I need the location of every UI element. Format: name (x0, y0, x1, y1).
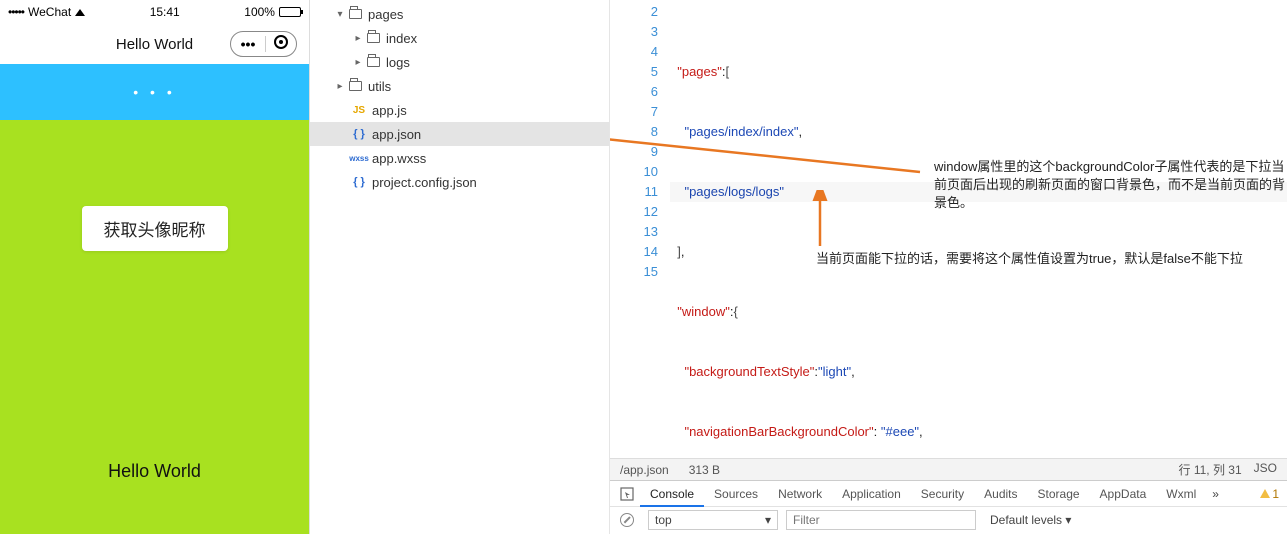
status-linecol: 行 11, 列 31 (1179, 461, 1242, 478)
console-context-select[interactable]: top▾ (648, 510, 778, 530)
code-editor[interactable]: 234 567 8910 111213 1415 "pages":[ "page… (610, 0, 1287, 458)
devtools-tab-console[interactable]: Console (640, 481, 704, 507)
pull-refresh-dots: • • • (133, 84, 175, 100)
statusbar-right: 100% (244, 5, 301, 19)
tree-label: logs (386, 55, 410, 70)
status-path: /app.json (620, 463, 669, 477)
tree-folder-pages[interactable]: ▾ pages (310, 2, 609, 26)
capsule-button[interactable]: ••• (230, 31, 297, 57)
chevron-down-icon: ▾ (334, 9, 346, 20)
navbar-title: Hello World (116, 36, 193, 53)
pull-refresh-area: • • • (0, 64, 309, 120)
status-size: 313 B (689, 463, 720, 477)
simulator-statusbar: ••••• WeChat 15:41 100% (0, 0, 309, 24)
simulator-navbar: Hello World ••• (0, 24, 309, 64)
battery-percent: 100% (244, 5, 275, 19)
tree-folder-index[interactable]: ▸ index (310, 26, 609, 50)
capsule-more-icon[interactable]: ••• (231, 36, 265, 52)
inspect-element-icon[interactable] (614, 482, 640, 506)
simulator-page-body[interactable]: 获取头像昵称 Hello World (0, 120, 309, 534)
tree-file-app-json[interactable]: { } app.json (310, 122, 609, 146)
tree-folder-logs[interactable]: ▸ logs (310, 50, 609, 74)
devtools-tab-security[interactable]: Security (911, 481, 974, 507)
folder-icon (364, 33, 382, 43)
status-lang: JSO (1254, 461, 1277, 478)
carrier-label: WeChat (28, 5, 71, 19)
chevron-right-icon: ▸ (334, 81, 346, 92)
tree-label: app.js (372, 103, 407, 118)
devtools-tab-application[interactable]: Application (832, 481, 911, 507)
statusbar-time: 15:41 (150, 5, 180, 19)
hello-world-text: Hello World (108, 461, 201, 482)
devtools-tab-appdata[interactable]: AppData (1090, 481, 1157, 507)
tree-label: app.json (372, 127, 421, 142)
folder-icon (364, 57, 382, 67)
capsule-close-icon[interactable] (266, 35, 296, 54)
tree-label: utils (368, 79, 391, 94)
console-levels-select[interactable]: Default levels ▾ (984, 510, 1094, 530)
devtools-warning-badge[interactable]: 1 (1260, 487, 1279, 501)
clear-console-icon[interactable] (614, 508, 640, 532)
editor-status-bar: /app.json 313 B 行 11, 列 31 JSO (610, 458, 1287, 480)
caret-line-highlight (670, 182, 1287, 202)
wxss-file-icon: wxss (350, 154, 368, 163)
editor-pane: 234 567 8910 111213 1415 "pages":[ "page… (610, 0, 1287, 534)
json-file-icon: { } (350, 128, 368, 140)
line-gutter: 234 567 8910 111213 1415 (610, 0, 670, 458)
battery-icon (279, 7, 301, 17)
chevron-right-icon: ▸ (352, 33, 364, 44)
tree-label: app.wxss (372, 151, 426, 166)
statusbar-left: ••••• WeChat (8, 5, 85, 19)
chevron-right-icon: ▸ (352, 57, 364, 68)
tree-folder-utils[interactable]: ▸ utils (310, 74, 609, 98)
tree-file-app-wxss[interactable]: wxss app.wxss (310, 146, 609, 170)
devtools-panel: Console Sources Network Application Secu… (610, 480, 1287, 534)
warning-triangle-icon (1260, 489, 1270, 498)
devtools-console-controls: top▾ Default levels ▾ (610, 507, 1287, 533)
file-explorer[interactable]: ▾ pages ▸ index ▸ logs ▸ utils JS app.js… (310, 0, 610, 534)
wifi-icon (75, 9, 85, 16)
tree-file-app-js[interactable]: JS app.js (310, 98, 609, 122)
devtools-tab-network[interactable]: Network (768, 481, 832, 507)
folder-icon (346, 81, 364, 91)
signal-dots: ••••• (8, 5, 24, 19)
json-file-icon: { } (350, 176, 368, 188)
folder-icon (346, 9, 364, 19)
tree-label: pages (368, 7, 403, 22)
tree-label: index (386, 31, 417, 46)
devtools-tab-wxml[interactable]: Wxml (1156, 481, 1206, 507)
tree-file-project-config[interactable]: { } project.config.json (310, 170, 609, 194)
devtools-tab-audits[interactable]: Audits (974, 481, 1027, 507)
devtools-tab-storage[interactable]: Storage (1028, 481, 1090, 507)
get-avatar-button[interactable]: 获取头像昵称 (82, 206, 228, 251)
code-content[interactable]: "pages":[ "pages/index/index", "pages/lo… (670, 0, 1287, 458)
devtools-tab-sources[interactable]: Sources (704, 481, 768, 507)
devtools-tab-more[interactable]: » (1206, 487, 1225, 501)
js-file-icon: JS (350, 105, 368, 116)
devtools-tab-row: Console Sources Network Application Secu… (610, 481, 1287, 507)
simulator-pane: ••••• WeChat 15:41 100% Hello World ••• … (0, 0, 310, 534)
console-filter-input[interactable] (786, 510, 976, 530)
tree-label: project.config.json (372, 175, 477, 190)
